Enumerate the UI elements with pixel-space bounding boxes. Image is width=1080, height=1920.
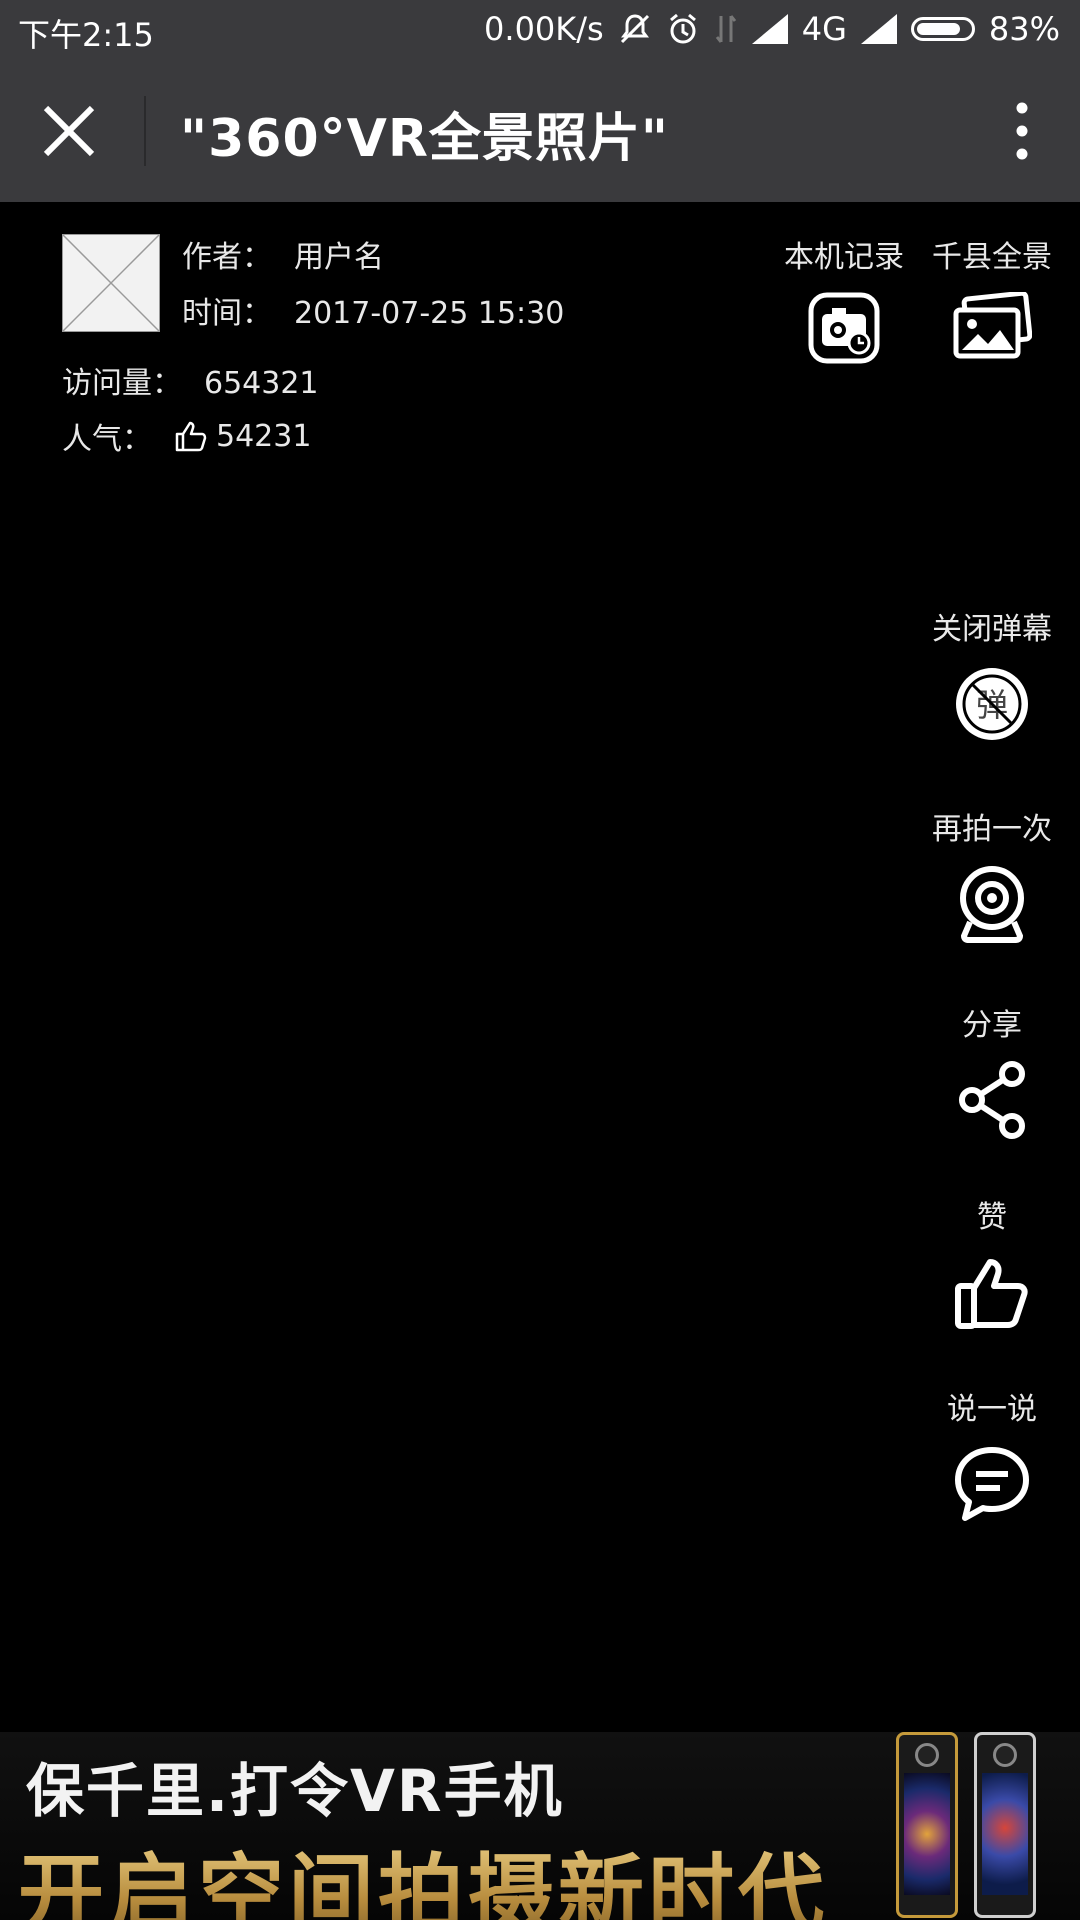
photos-icon	[952, 290, 1033, 366]
comment-label: 说一说	[947, 1392, 1037, 1427]
app-bar: "360°VR全景照片"	[0, 60, 1080, 202]
close-button[interactable]	[40, 102, 98, 160]
thumbs-up-icon	[952, 1252, 1032, 1336]
close-icon	[43, 105, 95, 157]
like-button[interactable]: 赞	[922, 1192, 1062, 1336]
webcam-icon	[956, 864, 1028, 948]
status-bar: 下午2:15 0.00K/s 4G 83%	[0, 0, 1080, 60]
close-danmaku-button[interactable]: 关闭弹幕 弹	[922, 604, 1062, 748]
alarm-icon	[666, 12, 700, 46]
local-record-label: 本机记录	[784, 240, 904, 275]
close-danmaku-label: 关闭弹幕	[932, 612, 1052, 647]
mute-icon	[618, 12, 652, 46]
more-options-button[interactable]	[1004, 98, 1040, 164]
popularity-label: 人气：	[62, 422, 152, 457]
app-bar-divider	[144, 96, 146, 166]
share-button[interactable]: 分享	[922, 1000, 1062, 1144]
battery-percent: 83%	[988, 10, 1060, 48]
chat-bubble-icon	[952, 1444, 1032, 1528]
county-panorama-button[interactable]: 千县全景	[922, 232, 1062, 366]
image-placeholder-icon	[62, 234, 160, 332]
thumbs-up-icon	[175, 421, 207, 452]
signal-icon-2	[860, 14, 897, 44]
page-title: "360°VR全景照片"	[180, 109, 670, 169]
visits-label: 访问量：	[62, 366, 182, 401]
phone-image-silver	[974, 1732, 1036, 1918]
more-vertical-icon	[1016, 102, 1028, 160]
phone-image-gold	[896, 1732, 958, 1918]
status-right: 0.00K/s 4G 83%	[484, 10, 1060, 48]
time-value: 2017-07-25 15:30	[294, 296, 565, 331]
share-label: 分享	[962, 1008, 1022, 1043]
data-transfer-icon	[714, 12, 738, 46]
local-record-button[interactable]: 本机记录	[774, 232, 914, 368]
retake-label: 再拍一次	[932, 812, 1052, 847]
network-speed: 0.00K/s	[484, 10, 604, 48]
visits-row: 访问量： 654321	[62, 358, 319, 402]
avatar	[62, 234, 160, 332]
battery-icon	[910, 17, 975, 41]
share-icon	[954, 1060, 1030, 1144]
author-value: 用户名	[294, 240, 384, 275]
danmaku-off-icon: 弹	[952, 664, 1032, 748]
network-type: 4G	[801, 10, 847, 48]
status-time: 下午2:15	[18, 16, 154, 54]
ad-slogan: 开启空间拍摄新时代	[18, 1824, 828, 1920]
camera-lens-icon-2	[993, 1743, 1017, 1767]
popularity-row: 人气： 54231	[62, 414, 311, 458]
camera-lens-icon	[915, 1743, 939, 1767]
author-label: 作者：	[182, 240, 272, 275]
time-label: 时间：	[182, 296, 272, 331]
comment-button[interactable]: 说一说	[922, 1384, 1062, 1528]
camera-history-icon	[808, 292, 880, 368]
retake-button[interactable]: 再拍一次	[922, 804, 1062, 948]
screen: 下午2:15 0.00K/s 4G 83% "360°VR全景照片" 作者： 用…	[0, 0, 1080, 1920]
like-label: 赞	[977, 1200, 1007, 1235]
signal-icon	[751, 14, 788, 44]
time-row: 时间： 2017-07-25 15:30	[182, 288, 564, 332]
ad-banner[interactable]: 保千里.打令VR手机 开启空间拍摄新时代	[0, 1732, 1080, 1920]
popularity-value: 54231	[216, 418, 312, 454]
author-row: 作者： 用户名	[182, 232, 384, 276]
county-panorama-label: 千县全景	[932, 240, 1052, 275]
visits-value: 654321	[204, 366, 319, 401]
ad-headline: 保千里.打令VR手机	[26, 1757, 564, 1825]
